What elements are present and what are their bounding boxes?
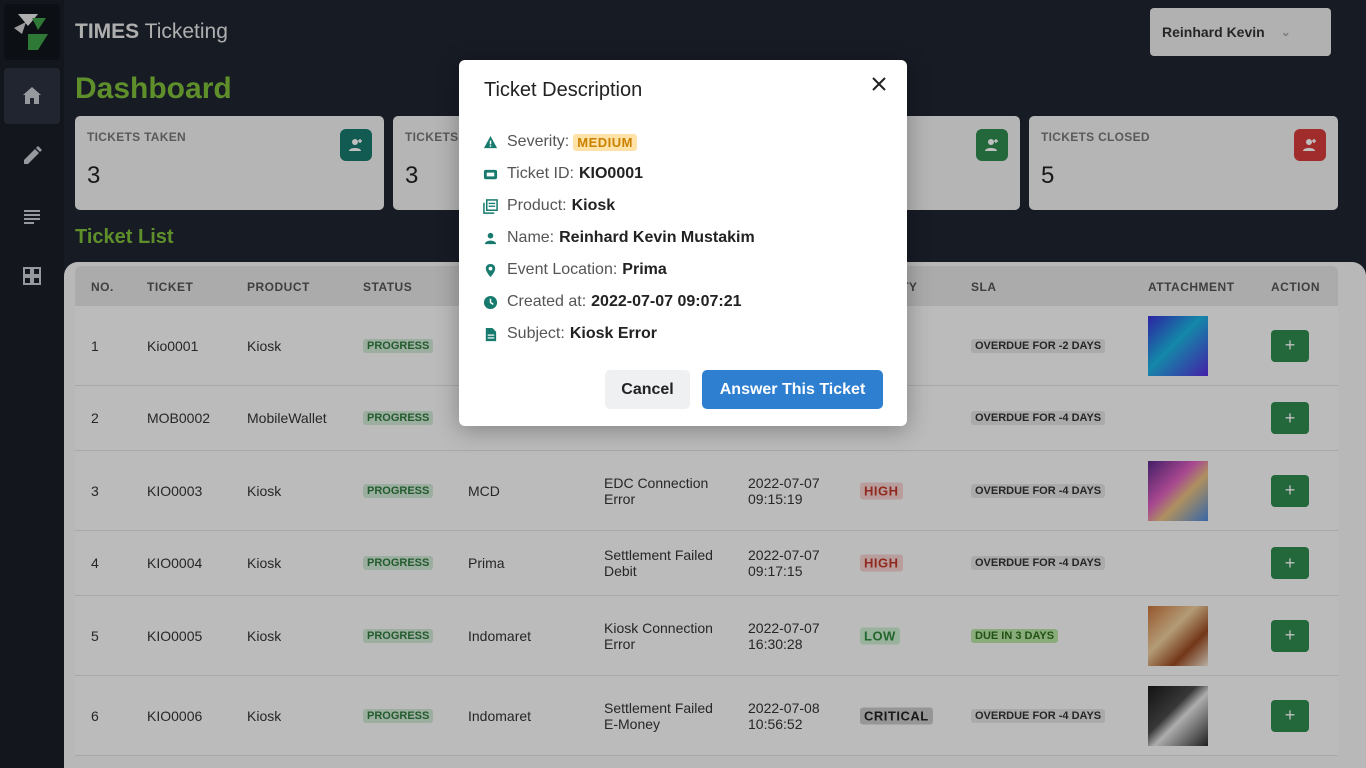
name-value: Reinhard Kevin Mustakim — [559, 229, 755, 246]
created-label: Created at: — [507, 293, 587, 310]
severity-label: Severity: — [507, 133, 570, 150]
warning-icon — [483, 135, 498, 148]
subject-label: Subject: — [507, 325, 565, 342]
modal-ticket-id-row: Ticket ID: KIO0001 — [483, 165, 643, 183]
modal-created-row: Created at: 2022-07-07 09:07:21 — [483, 293, 742, 311]
person-icon — [484, 232, 497, 244]
modal-subject-row: Subject: Kiosk Error — [483, 325, 657, 343]
cancel-button[interactable]: Cancel — [605, 370, 690, 409]
modal-product-row: Product: Kiosk — [483, 197, 615, 215]
severity-badge: MEDIUM — [573, 133, 637, 151]
ticket-description-modal: Ticket Description Severity: MEDIUM Tick… — [459, 60, 907, 426]
close-icon[interactable] — [869, 74, 889, 94]
location-label: Event Location: — [507, 261, 618, 278]
product-value: Kiosk — [571, 197, 616, 214]
ticket-id-label: Ticket ID: — [507, 165, 574, 182]
ticket-id-value: KIO0001 — [578, 165, 644, 182]
modal-severity-row: Severity: MEDIUM — [483, 133, 637, 151]
subject-value: Kiosk Error — [569, 325, 657, 342]
ticket-icon — [483, 169, 498, 179]
document-icon — [485, 327, 497, 341]
created-value: 2022-07-07 09:07:21 — [591, 293, 742, 310]
answer-ticket-button[interactable]: Answer This Ticket — [702, 370, 883, 409]
name-label: Name: — [507, 229, 555, 246]
library-icon — [483, 198, 498, 214]
product-label: Product: — [507, 197, 567, 214]
modal-location-row: Event Location: Prima — [483, 261, 667, 279]
modal-title: Ticket Description — [484, 79, 643, 101]
modal-name-row: Name: Reinhard Kevin Mustakim — [483, 229, 755, 247]
clock-icon — [483, 295, 498, 309]
location-value: Prima — [622, 261, 667, 278]
location-pin-icon — [485, 263, 496, 277]
